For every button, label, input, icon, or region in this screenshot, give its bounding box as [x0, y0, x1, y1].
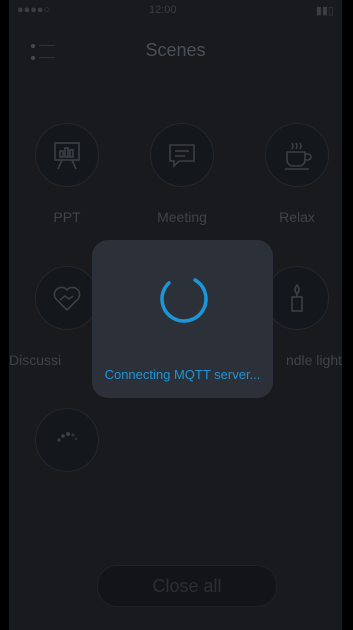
loading-message: Connecting MQTT server...: [104, 367, 261, 382]
loading-dialog: Connecting MQTT server...: [92, 240, 273, 398]
modal-overlay: Connecting MQTT server...: [9, 0, 342, 630]
app-screen: ●●●●○ 12:00 ▮▮▯ Scenes PPT Meeting Relax…: [9, 0, 342, 630]
loading-spinner-icon: [160, 275, 208, 323]
